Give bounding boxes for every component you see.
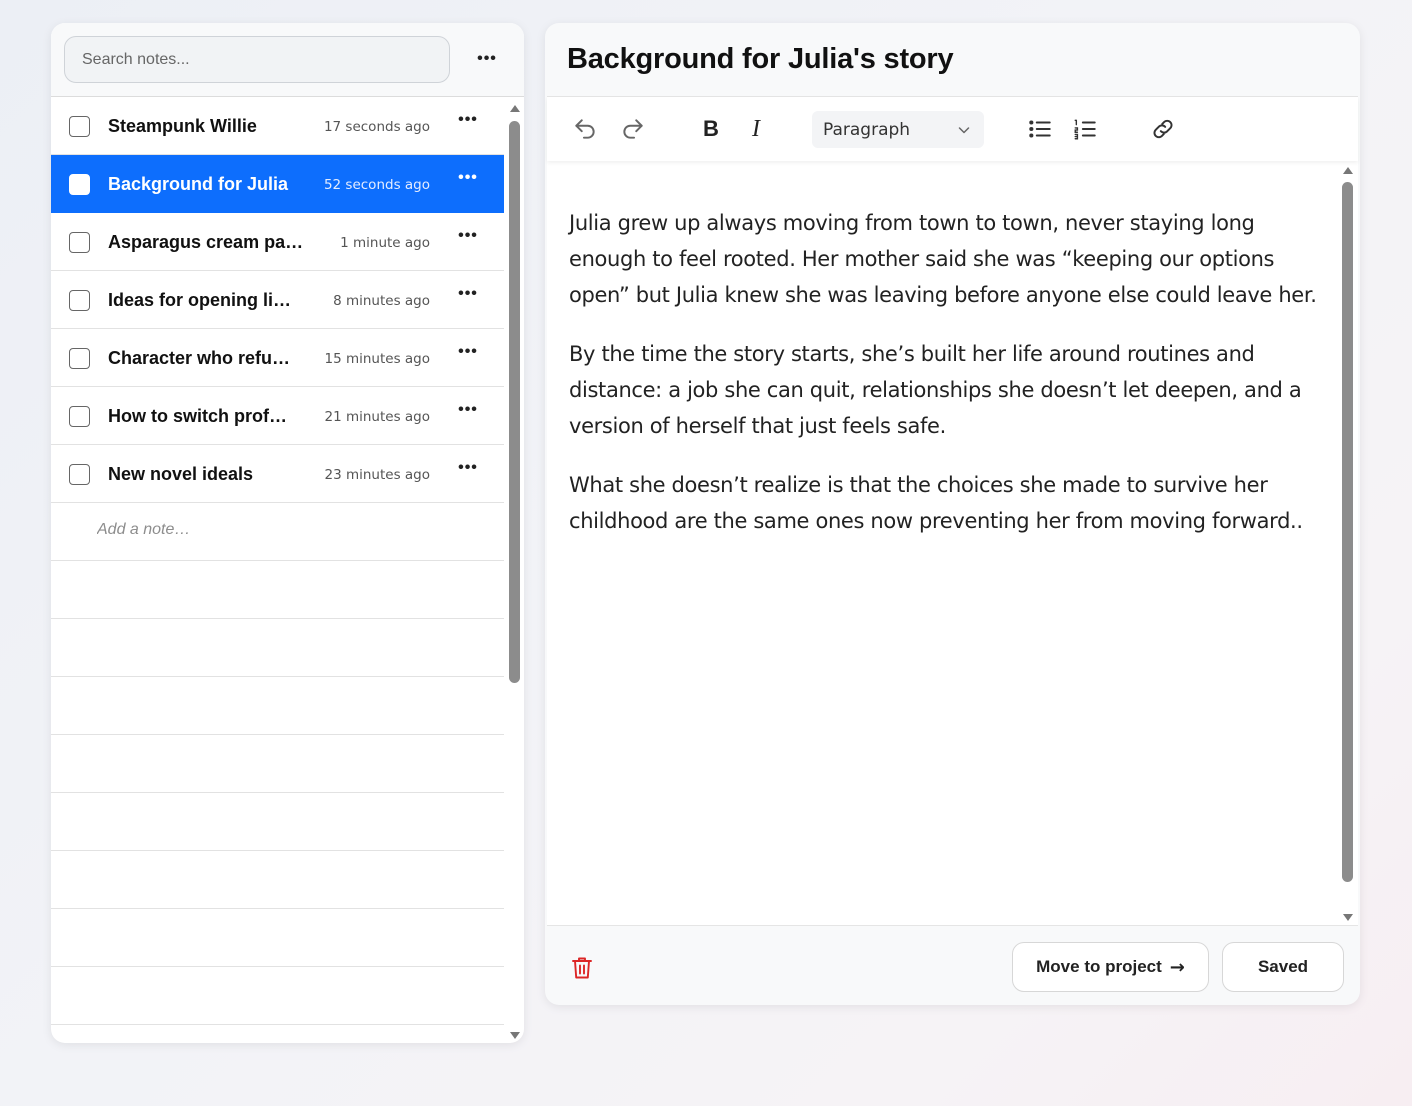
- note-list: Steampunk Willie 17 seconds ago ••• Back…: [51, 97, 504, 1025]
- empty-row: [51, 909, 504, 967]
- note-title: How to switch prof…: [108, 406, 287, 426]
- note-checkbox[interactable]: [69, 174, 90, 195]
- search-input[interactable]: [64, 36, 450, 83]
- block-format-value: Paragraph: [823, 119, 911, 140]
- empty-row: [51, 735, 504, 793]
- note-timestamp: 15 minutes ago: [324, 351, 430, 367]
- note-row[interactable]: New novel ideals 23 minutes ago •••: [51, 445, 504, 503]
- empty-row: [51, 793, 504, 851]
- note-title: Ideas for opening li…: [108, 290, 292, 310]
- trash-icon[interactable]: [570, 955, 594, 981]
- note-menu-button[interactable]: •••: [455, 285, 481, 307]
- scroll-up-arrow-icon[interactable]: [1343, 167, 1353, 174]
- paragraph[interactable]: Julia grew up always moving from town to…: [569, 205, 1329, 313]
- note-timestamp: 23 minutes ago: [324, 467, 430, 483]
- add-note-input[interactable]: [97, 521, 397, 539]
- note-checkbox[interactable]: [69, 116, 90, 137]
- note-menu-button[interactable]: •••: [455, 459, 481, 481]
- note-timestamp: 52 seconds ago: [323, 177, 430, 193]
- note-title-heading[interactable]: Background for Julia's story: [567, 43, 954, 76]
- empty-row: [51, 561, 504, 619]
- note-checkbox[interactable]: [69, 290, 90, 311]
- note-title[interactable]: Background for Julia: [108, 174, 306, 195]
- note-menu-button[interactable]: •••: [455, 227, 481, 249]
- note-row-selected[interactable]: Background for Julia 52 seconds ago •••: [51, 155, 504, 213]
- note-timestamp: 17 seconds ago: [323, 119, 430, 135]
- note-row[interactable]: Ideas for opening li… 8 minutes ago •••: [51, 271, 504, 329]
- list-menu-button[interactable]: •••: [469, 43, 505, 75]
- note-checkbox[interactable]: [69, 406, 90, 427]
- add-note-row: [51, 503, 504, 561]
- note-checkbox[interactable]: [69, 348, 90, 369]
- note-checkbox[interactable]: [69, 464, 90, 485]
- editor-toolbar: B I Paragraph: [547, 97, 1358, 161]
- note-row[interactable]: Steampunk Willie 17 seconds ago •••: [51, 97, 504, 155]
- note-menu-button[interactable]: •••: [455, 111, 481, 133]
- editor-footer: Move to project → Saved: [545, 927, 1360, 1005]
- move-to-project-button[interactable]: Move to project →: [1012, 942, 1209, 992]
- link-icon[interactable]: [1147, 113, 1179, 145]
- bullet-list-icon[interactable]: [1024, 113, 1056, 145]
- editor-box: B I Paragraph Julia grew up always movin…: [547, 96, 1358, 926]
- notes-sidebar: ••• Steampunk Willie 17 seconds ago ••• …: [51, 23, 524, 1043]
- search-bar: •••: [51, 23, 524, 97]
- block-format-select[interactable]: Paragraph: [812, 111, 984, 148]
- scrollbar-thumb[interactable]: [1342, 182, 1353, 882]
- empty-row: [51, 619, 504, 677]
- note-row[interactable]: Character who refu… 15 minutes ago •••: [51, 329, 504, 387]
- scroll-down-arrow-icon[interactable]: [510, 1032, 520, 1039]
- bold-button[interactable]: B: [695, 113, 727, 145]
- editor-scrollbar[interactable]: [1340, 163, 1356, 925]
- note-timestamp: 1 minute ago: [340, 235, 430, 251]
- empty-row: [51, 851, 504, 909]
- note-title: New novel ideals: [108, 464, 254, 484]
- note-menu-button[interactable]: •••: [455, 401, 481, 423]
- numbered-list-icon[interactable]: [1069, 113, 1101, 145]
- arrow-right-icon: →: [1169, 956, 1185, 978]
- note-title: Steampunk Willie: [108, 116, 257, 136]
- scroll-down-arrow-icon[interactable]: [1343, 914, 1353, 921]
- redo-icon[interactable]: [617, 113, 649, 145]
- note-title: Character who refu…: [108, 348, 291, 368]
- note-timestamp: 21 minutes ago: [324, 409, 430, 425]
- note-menu-button[interactable]: •••: [455, 343, 481, 365]
- note-checkbox[interactable]: [69, 232, 90, 253]
- note-row[interactable]: How to switch prof… 21 minutes ago •••: [51, 387, 504, 445]
- chevron-down-icon: [958, 127, 970, 134]
- scroll-up-arrow-icon[interactable]: [510, 105, 520, 112]
- move-to-project-label: Move to project: [1036, 957, 1162, 976]
- paragraph[interactable]: By the time the story starts, she’s buil…: [569, 336, 1329, 444]
- note-timestamp: 8 minutes ago: [333, 293, 430, 309]
- note-menu-button[interactable]: •••: [455, 169, 481, 191]
- scrollbar-thumb[interactable]: [509, 121, 520, 683]
- note-row[interactable]: Asparagus cream pa… 1 minute ago •••: [51, 213, 504, 271]
- undo-icon[interactable]: [569, 113, 601, 145]
- saved-button[interactable]: Saved: [1222, 942, 1344, 992]
- note-list-scrollbar[interactable]: [506, 97, 524, 1043]
- empty-row: [51, 967, 504, 1025]
- note-editor-panel: Background for Julia's story B I Paragra…: [545, 23, 1360, 1005]
- empty-row: [51, 677, 504, 735]
- note-title: Asparagus cream pa…: [108, 232, 304, 252]
- editor-content[interactable]: Julia grew up always moving from town to…: [569, 205, 1329, 562]
- paragraph[interactable]: What she doesn’t realize is that the cho…: [569, 467, 1329, 539]
- italic-button[interactable]: I: [740, 113, 772, 145]
